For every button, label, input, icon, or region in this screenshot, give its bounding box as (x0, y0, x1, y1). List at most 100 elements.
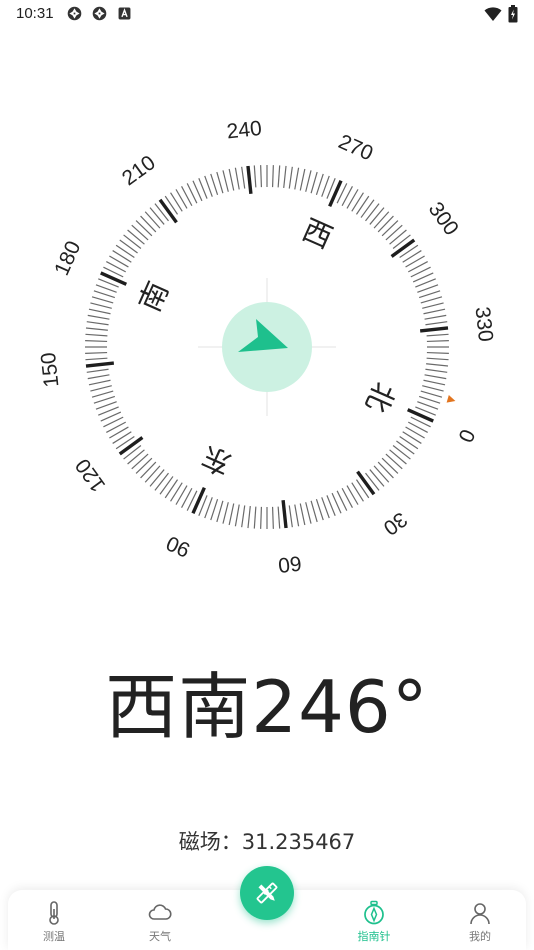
minor-tick (373, 211, 390, 229)
minor-tick (88, 379, 111, 386)
north-marker-icon (446, 394, 456, 403)
cardinal-label-north: 北 (359, 377, 402, 417)
minor-tick (424, 314, 447, 320)
degree-label: 150 (37, 351, 64, 388)
major-tick (328, 180, 343, 208)
minor-tick (253, 165, 257, 188)
minor-tick (216, 500, 224, 523)
minor-tick (277, 165, 281, 188)
minor-tick (127, 229, 145, 245)
major-tick (118, 436, 144, 456)
minor-tick (140, 215, 157, 233)
minor-tick (90, 385, 112, 392)
tab-label: 天气 (149, 930, 171, 943)
minor-tick (228, 168, 235, 191)
major-tick (356, 470, 376, 496)
minor-tick (247, 506, 251, 529)
minor-tick (112, 431, 132, 444)
minor-tick (422, 302, 444, 309)
minor-tick (305, 502, 312, 524)
cardinal-label-east: 东 (196, 439, 236, 482)
tab-compass[interactable]: 指南针 (334, 890, 414, 950)
minor-tick (283, 165, 287, 188)
minor-tick (299, 503, 306, 526)
minor-tick (426, 363, 449, 367)
minor-tick (392, 445, 411, 460)
major-tick (246, 165, 253, 195)
minor-tick (417, 401, 439, 410)
minor-tick (91, 390, 114, 398)
minor-tick (288, 166, 293, 189)
notification-icons (66, 5, 133, 22)
minor-tick (149, 469, 165, 487)
minor-tick (389, 449, 407, 465)
compass: 0 30 60 90 120 150 180 210 240 270 300 330 北东 南 西 (0, 90, 534, 610)
aperture-icon (92, 6, 107, 21)
thermometer-icon (49, 901, 59, 925)
wifi-icon (484, 7, 502, 21)
minor-tick (86, 368, 109, 373)
minor-tick (234, 504, 240, 527)
major-tick (419, 326, 449, 333)
minor-tick (204, 175, 213, 197)
minor-tick (222, 502, 229, 524)
minor-tick (154, 472, 169, 491)
minor-tick (90, 302, 112, 309)
minor-tick (294, 504, 300, 527)
degree-label: 240 (226, 117, 263, 144)
tab-profile[interactable]: 我的 (440, 890, 520, 950)
degree-label: 120 (71, 454, 110, 496)
minor-tick (241, 505, 246, 528)
minor-tick (95, 401, 117, 410)
minor-tick (426, 351, 449, 354)
minor-tick (164, 479, 179, 499)
minor-tick (260, 165, 263, 188)
magnetic-field-readout: 磁场：31.235467 (178, 830, 356, 854)
compass-icon (364, 900, 384, 925)
degree-label: 0 (453, 426, 479, 446)
minor-tick (222, 170, 229, 192)
minor-tick (131, 453, 149, 470)
minor-tick (369, 469, 385, 487)
minor-tick (423, 379, 446, 386)
minor-tick (385, 453, 403, 470)
minor-tick (424, 374, 447, 380)
minor-tick (87, 374, 110, 380)
minor-tick (93, 395, 116, 404)
minor-tick (305, 170, 312, 192)
minor-tick (86, 321, 109, 326)
minor-tick (216, 171, 224, 194)
cloud-icon (148, 904, 172, 920)
degree-label: 180 (50, 238, 85, 279)
minor-tick (351, 482, 364, 502)
minor-tick (399, 435, 419, 450)
minor-tick (310, 171, 318, 194)
tab-weather[interactable]: 天气 (120, 890, 200, 950)
minor-tick (253, 506, 257, 529)
minor-tick (131, 224, 149, 241)
minor-tick (315, 173, 324, 196)
minor-tick (135, 457, 153, 474)
tab-thermometer[interactable]: 测温 (14, 890, 94, 950)
minor-tick (85, 351, 108, 354)
minor-tick (210, 173, 219, 196)
minor-tick (288, 505, 293, 528)
minor-tick (420, 390, 443, 398)
major-tick (390, 238, 416, 258)
minor-tick (112, 250, 132, 263)
minor-tick (385, 224, 403, 241)
minor-tick (365, 203, 380, 222)
minor-tick (93, 290, 116, 299)
cardinal-label-west: 西 (297, 212, 337, 255)
a-box-icon (118, 7, 131, 20)
major-tick (406, 408, 434, 423)
minor-tick (204, 497, 213, 519)
minor-tick (115, 244, 135, 259)
minor-tick (420, 296, 443, 304)
minor-tick (426, 333, 449, 337)
center-tools-button[interactable] (240, 866, 294, 920)
minor-tick (85, 333, 108, 337)
degree-label: 30 (379, 507, 411, 539)
minor-tick (402, 250, 422, 263)
major-tick (100, 271, 128, 286)
